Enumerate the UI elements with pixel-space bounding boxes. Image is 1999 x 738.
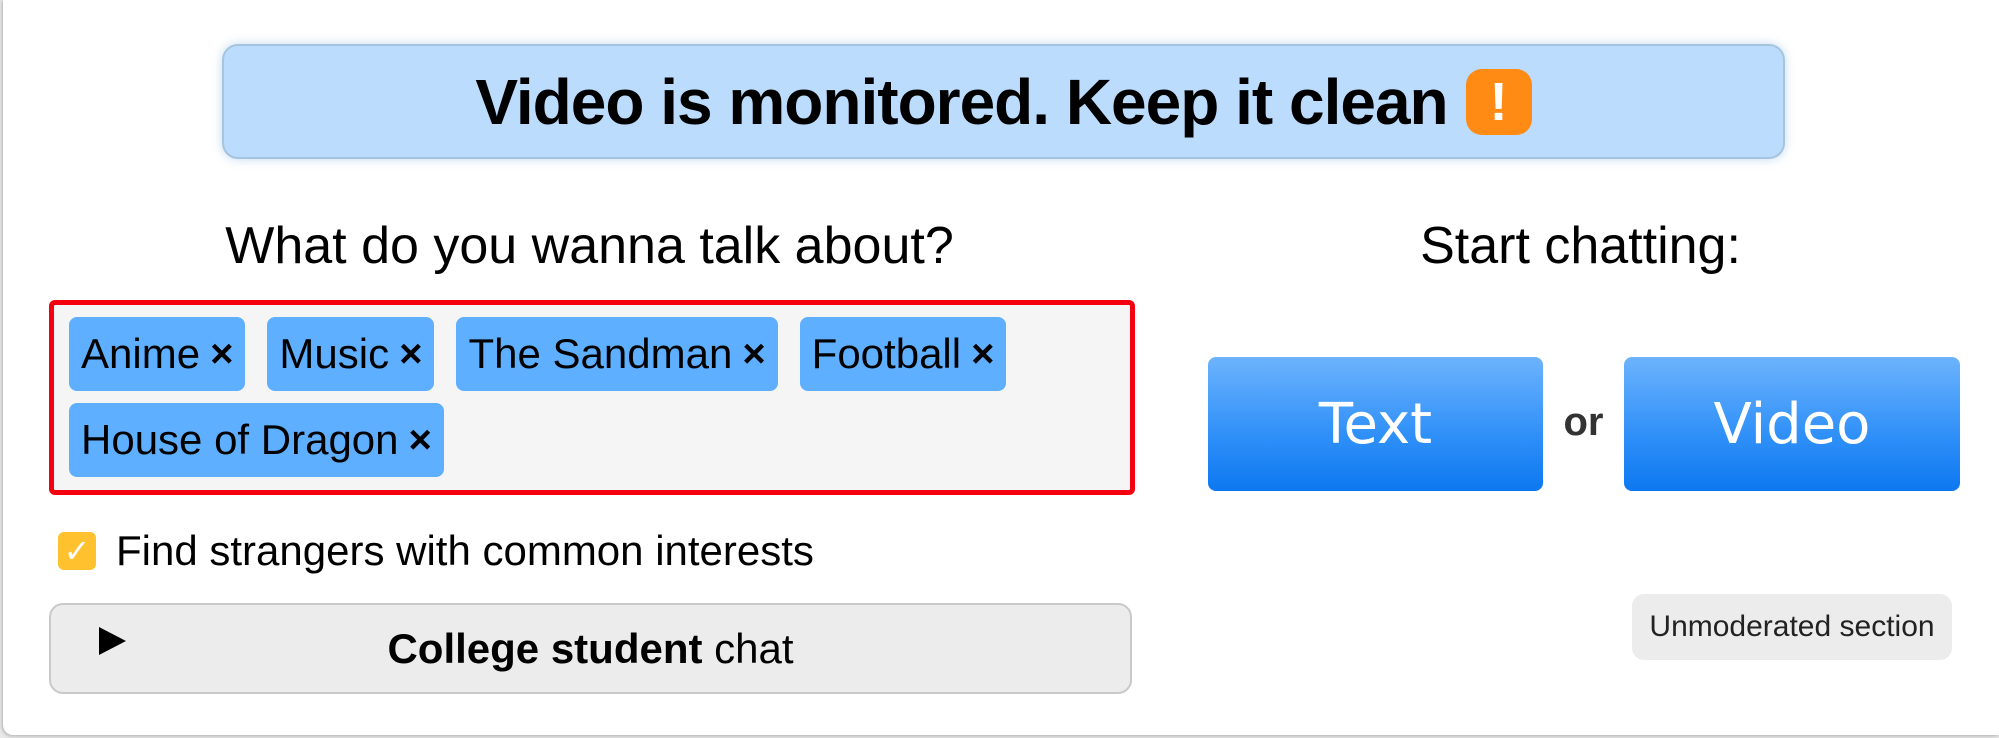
- monitoring-banner: Video is monitored. Keep it clean !: [222, 44, 1785, 159]
- college-chat-label: College student chat: [51, 625, 1130, 673]
- interest-tag-label: The Sandman: [468, 330, 733, 377]
- unmoderated-section-button[interactable]: Unmoderated section: [1632, 594, 1952, 660]
- exclamation-icon: !: [1465, 68, 1532, 135]
- remove-tag-icon[interactable]: ×: [742, 332, 765, 377]
- interest-tag-label: House of Dragon: [81, 416, 399, 463]
- or-label: or: [1563, 400, 1604, 444]
- interests-heading: What do you wanna talk about?: [225, 217, 954, 275]
- remove-tag-icon[interactable]: ×: [409, 418, 432, 463]
- interest-tag[interactable]: Anime ×: [69, 317, 246, 391]
- college-label-bold: College student: [387, 625, 703, 672]
- interest-tag-label: Music: [279, 330, 390, 377]
- interest-tag[interactable]: Music ×: [267, 317, 435, 391]
- common-interests-label[interactable]: Find strangers with common interests: [116, 527, 814, 575]
- remove-tag-icon[interactable]: ×: [971, 332, 994, 377]
- main-panel: Video is monitored. Keep it clean ! What…: [3, 0, 1999, 735]
- interest-tag[interactable]: Football ×: [799, 317, 1007, 391]
- interest-tag-label: Football: [811, 330, 962, 377]
- common-interests-checkbox[interactable]: ✓: [58, 532, 96, 570]
- common-interests-option[interactable]: ✓ Find strangers with common interests: [58, 527, 814, 575]
- interest-tag[interactable]: House of Dragon ×: [69, 403, 444, 477]
- college-label-rest: chat: [702, 625, 794, 672]
- remove-tag-icon[interactable]: ×: [399, 332, 422, 377]
- interests-input[interactable]: Anime × Music × The Sandman × Football ×…: [49, 300, 1135, 495]
- college-student-chat-button[interactable]: College student chat: [49, 603, 1132, 694]
- interest-tag[interactable]: The Sandman ×: [456, 317, 778, 391]
- remove-tag-icon[interactable]: ×: [210, 332, 233, 377]
- text-chat-button[interactable]: Text: [1208, 357, 1543, 491]
- start-chatting-heading: Start chatting:: [1420, 217, 1741, 275]
- interest-tag-label: Anime: [81, 330, 201, 377]
- banner-text: Video is monitored. Keep it clean: [475, 65, 1448, 138]
- video-chat-button[interactable]: Video: [1624, 357, 1960, 491]
